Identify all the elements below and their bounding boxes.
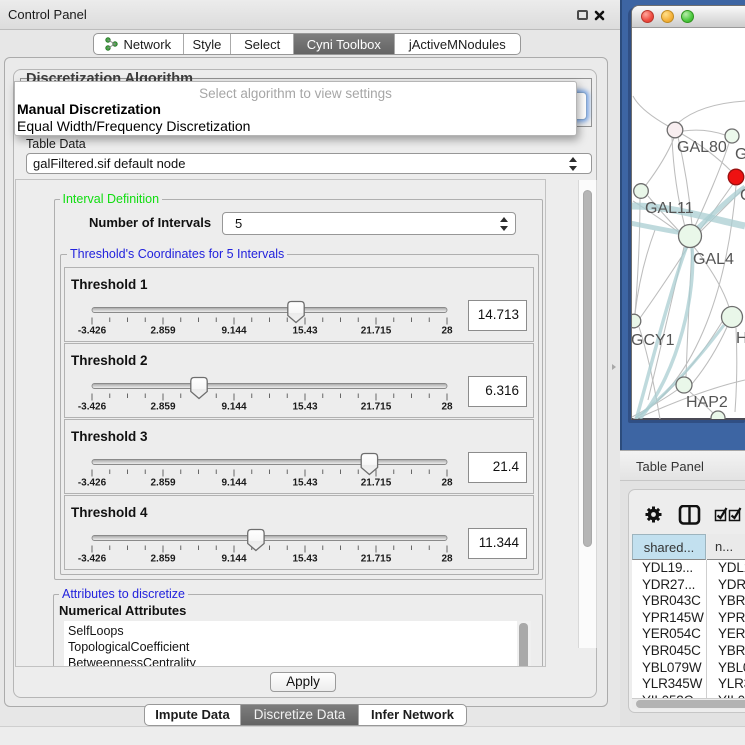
- svg-text:21.715: 21.715: [361, 478, 392, 489]
- svg-text:2.859: 2.859: [150, 478, 175, 489]
- svg-text:GAL11: GAL11: [645, 200, 694, 217]
- svg-text:21.715: 21.715: [361, 554, 392, 565]
- svg-text:GAL4: GAL4: [693, 251, 734, 268]
- svg-text:2.859: 2.859: [150, 326, 175, 337]
- svg-text:GAL80: GAL80: [677, 139, 727, 156]
- svg-text:C: C: [740, 187, 745, 204]
- svg-text:GA: GA: [735, 146, 745, 163]
- svg-text:15.43: 15.43: [292, 478, 317, 489]
- svg-text:-3.426: -3.426: [78, 478, 107, 489]
- svg-text:9.144: 9.144: [221, 326, 246, 337]
- svg-text:28: 28: [441, 326, 453, 337]
- svg-text:9.144: 9.144: [221, 554, 246, 565]
- svg-text:21.715: 21.715: [361, 326, 392, 337]
- svg-text:HAP2: HAP2: [686, 394, 728, 411]
- svg-text:-3.426: -3.426: [78, 402, 107, 413]
- svg-text:21.715: 21.715: [361, 402, 392, 413]
- svg-text:9.144: 9.144: [221, 478, 246, 489]
- svg-text:9.144: 9.144: [221, 402, 246, 413]
- svg-text:28: 28: [441, 402, 453, 413]
- svg-text:15.43: 15.43: [292, 554, 317, 565]
- svg-text:2.859: 2.859: [150, 554, 175, 565]
- svg-text:-3.426: -3.426: [78, 326, 107, 337]
- svg-text:-3.426: -3.426: [78, 554, 107, 565]
- svg-text:28: 28: [441, 554, 453, 565]
- svg-text:28: 28: [441, 478, 453, 489]
- svg-text:GCY1: GCY1: [632, 332, 675, 349]
- svg-text:15.43: 15.43: [292, 402, 317, 413]
- svg-text:15.43: 15.43: [292, 326, 317, 337]
- svg-text:H: H: [736, 330, 745, 347]
- svg-text:2.859: 2.859: [150, 402, 175, 413]
